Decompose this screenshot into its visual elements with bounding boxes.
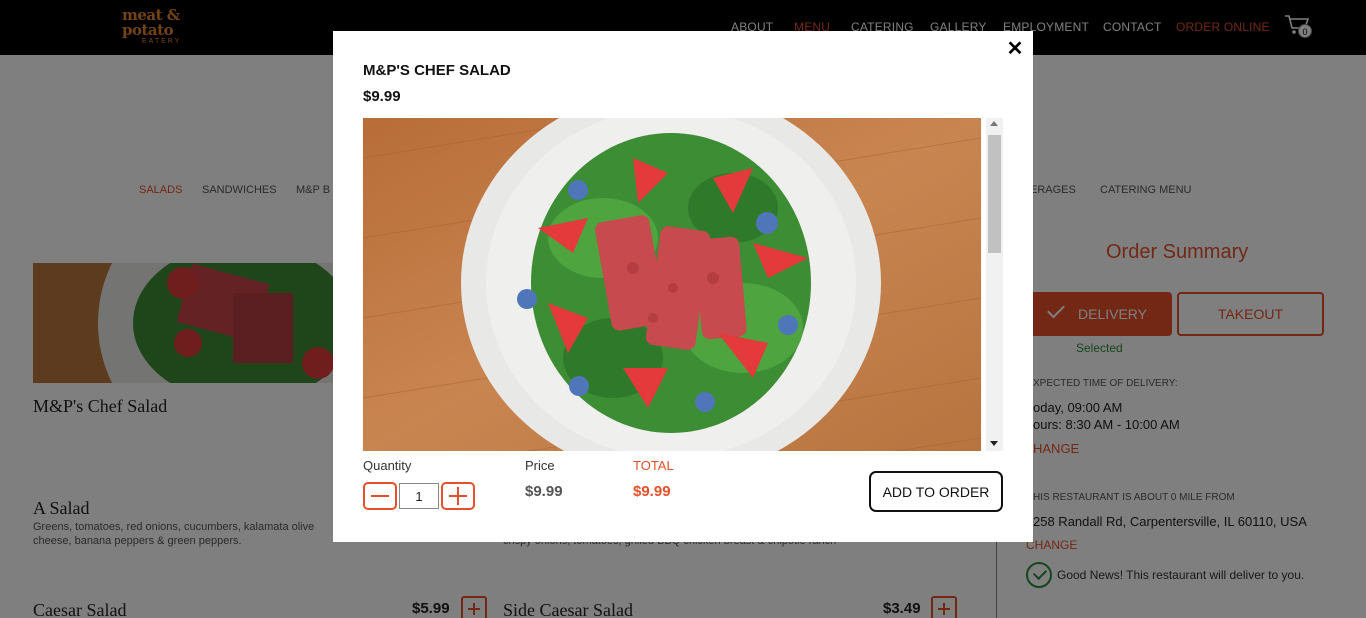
modal-item-title: M&P'S CHEF SALAD — [363, 62, 511, 79]
quantity-label: Quantity — [363, 458, 412, 473]
modal-item-price: $9.99 — [363, 88, 401, 105]
modal-scrollbar[interactable] — [986, 118, 1003, 451]
scroll-thumb[interactable] — [988, 135, 1001, 253]
scroll-down-arrow-icon[interactable] — [990, 441, 998, 446]
quantity-increase-button[interactable] — [441, 482, 475, 510]
unit-price-label: Price — [525, 458, 555, 473]
close-icon[interactable]: ✕ — [1005, 39, 1025, 59]
chef-salad-photo-graphic — [363, 118, 981, 451]
chef-salad-photo — [363, 118, 981, 451]
item-detail-modal: ✕ M&P'S CHEF SALAD $9.99 Quantity 1 Pric… — [333, 31, 1033, 542]
scroll-up-arrow-icon[interactable] — [990, 121, 998, 126]
quantity-input[interactable] — [399, 483, 439, 509]
total-label: TOTAL — [633, 458, 674, 473]
total-value: $9.99 — [633, 483, 671, 500]
unit-price-value: $9.99 — [525, 483, 563, 500]
add-to-order-button[interactable]: ADD TO ORDER — [869, 471, 1003, 512]
quantity-decrease-button[interactable] — [363, 482, 397, 510]
